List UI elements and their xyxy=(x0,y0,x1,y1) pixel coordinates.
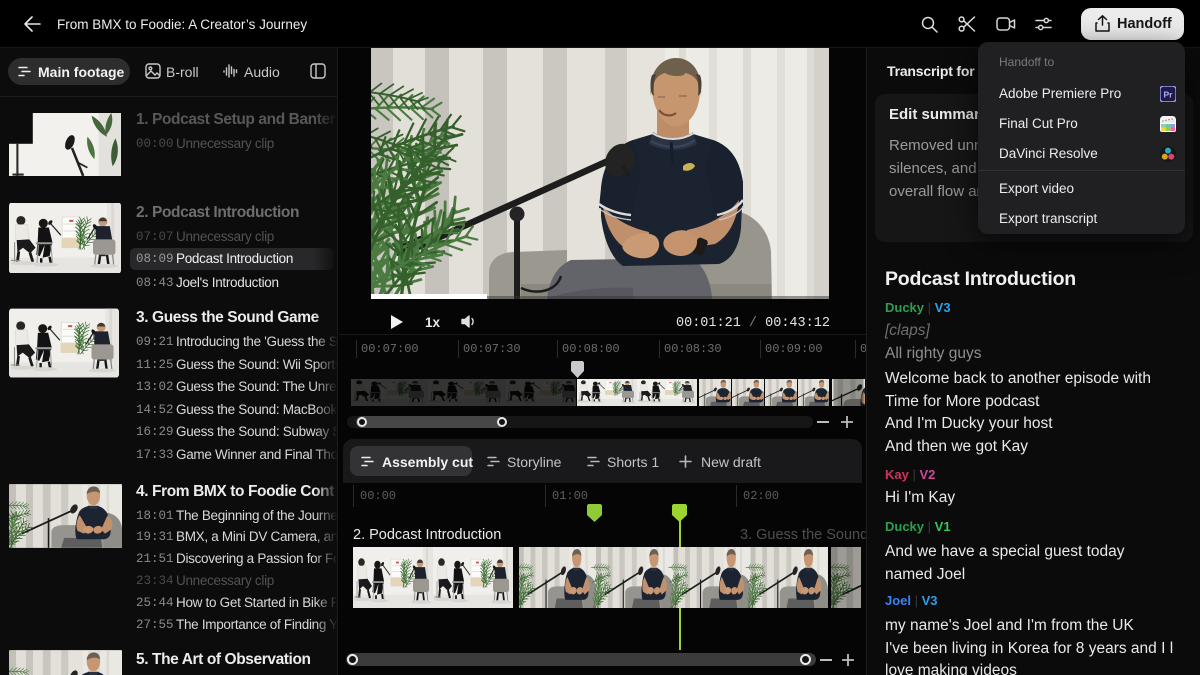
svg-text:Pr: Pr xyxy=(1164,90,1174,100)
